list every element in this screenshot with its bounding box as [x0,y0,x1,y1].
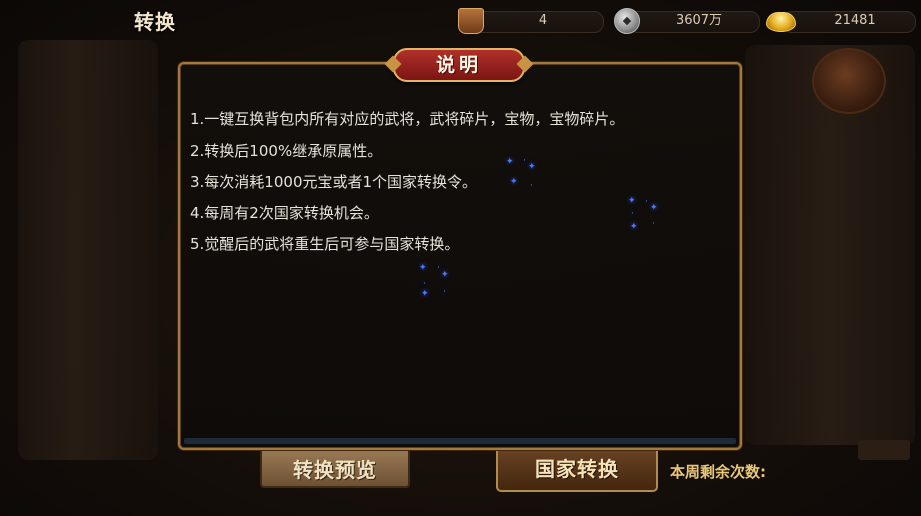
gold-ingot-icon [766,12,796,32]
dialog-title-plate: 说明 [393,48,525,82]
convert-preview-button[interactable]: 转换预览 [260,448,410,488]
resource-token: 4 [458,8,604,34]
round-ornament-button [812,48,886,114]
page-title: 转换 [134,10,176,34]
sparkle-icon: ✦ [628,196,636,206]
dialog-bottom-strip [184,438,736,444]
sparkle-icon: · [423,279,426,289]
sparkle-icon: · [631,209,634,219]
silver-coin-icon [614,8,640,34]
sparkle-icon: · [530,181,533,191]
sparkle-icon: · [437,263,440,273]
sparkle-icon: ✦ [630,222,638,232]
token-icon [458,8,484,34]
resource-silver: 3607万 [614,8,760,34]
game-screen: 转换 4 3607万 21481 转换预览 国家转换 本周剩余次数: 说明 1.… [0,0,921,516]
sparkle-icon: · [443,287,446,297]
rule-line: 3.每次消耗1000元宝或者1个国家转换令。 [190,173,478,191]
resource-gold: 21481 [766,8,916,34]
sparkle-icon: ✦ [650,203,658,213]
resource-value: 4 [538,13,548,28]
rule-line: 4.每周有2次国家转换机会。 [190,204,379,222]
resource-value: 21481 [834,13,876,28]
sparkle-icon: ✦ [419,263,427,273]
nation-convert-button[interactable]: 国家转换 [496,446,658,492]
dialog-title: 说明 [435,54,482,76]
resource-value: 3607万 [675,13,723,28]
sparkle-icon: ✦ [421,289,429,299]
background-scroll-left [18,40,158,460]
sparkle-icon: · [645,197,648,207]
sparkle-icon: ✦ [528,162,536,172]
sparkle-icon: · [652,219,655,229]
rule-line: 5.觉醒后的武将重生后可参与国家转换。 [190,235,460,253]
sparkle-icon: ✦ [510,177,518,187]
sparkle-icon: ✦ [441,270,449,280]
sparkle-icon: · [523,156,526,166]
rule-line: 1.一键互换背包内所有对应的武将，武将碎片，宝物，宝物碎片。 [190,110,625,128]
weekly-remaining-label: 本周剩余次数: [670,463,766,481]
background-tab [858,440,910,460]
rule-line: 2.转换后100%继承原属性。 [190,142,383,160]
sparkle-icon: ✦ [506,157,514,167]
